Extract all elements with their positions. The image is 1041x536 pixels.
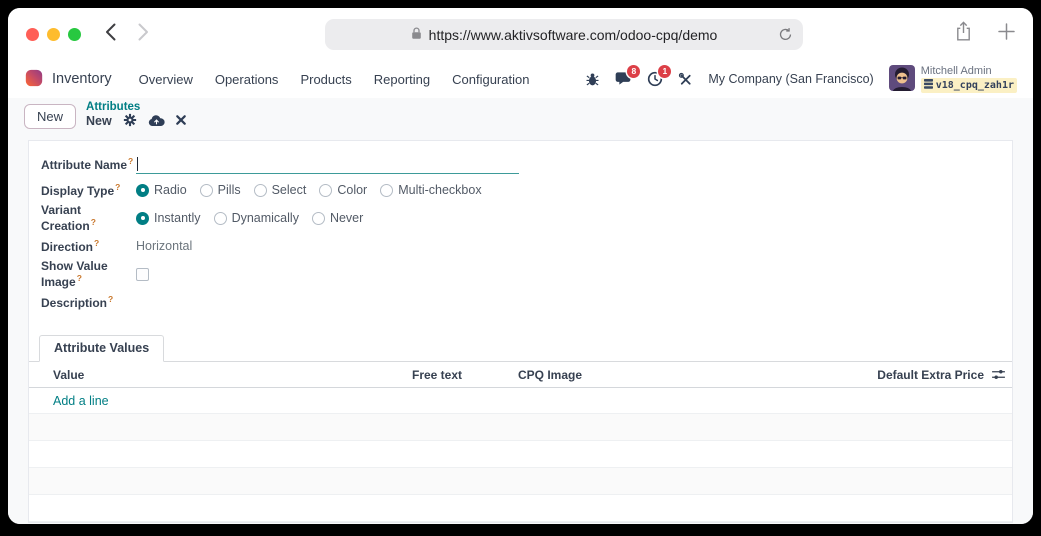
attribute-name-input[interactable] — [138, 155, 519, 173]
column-header-cpq-image[interactable]: CPQ Image — [502, 368, 832, 382]
form-sheet: Attribute Name? Display Type? Radio Pill… — [28, 140, 1013, 523]
tools-icon[interactable] — [678, 72, 693, 87]
field-variant-creation: Variant Creation? Instantly Dynamically … — [29, 203, 1012, 233]
messages-badge: 8 — [627, 65, 640, 78]
company-switcher[interactable]: My Company (San Francisco) — [708, 72, 873, 86]
url-bar[interactable]: https://www.aktivsoftware.com/odoo-cpq/d… — [325, 19, 803, 50]
help-icon[interactable]: ? — [108, 294, 113, 304]
help-icon[interactable]: ? — [91, 217, 96, 227]
column-header-free-text[interactable]: Free text — [412, 368, 502, 382]
back-icon[interactable] — [105, 23, 116, 46]
save-cloud-icon[interactable] — [148, 114, 165, 131]
url-text[interactable]: https://www.aktivsoftware.com/odoo-cpq/d… — [429, 27, 718, 43]
empty-row — [29, 414, 1012, 441]
breadcrumb: Attributes New — [86, 101, 186, 131]
minimize-window-button[interactable] — [47, 28, 60, 41]
empty-row — [29, 495, 1012, 522]
lock-icon — [411, 27, 422, 43]
empty-row — [29, 441, 1012, 468]
column-header-value[interactable]: Value — [29, 368, 412, 382]
breadcrumb-current: New — [86, 115, 112, 129]
database-badge: v18_cpq_zah1r — [921, 78, 1017, 94]
share-icon[interactable] — [955, 21, 972, 47]
variant-creation-radio-group: Instantly Dynamically Never — [136, 211, 363, 225]
reload-icon[interactable] — [778, 27, 793, 45]
forward-icon[interactable] — [138, 23, 149, 46]
radio-option-never[interactable]: Never — [312, 211, 363, 225]
menu-configuration[interactable]: Configuration — [443, 67, 538, 92]
activities-badge: 1 — [658, 65, 671, 78]
description-label: Description? — [41, 294, 136, 310]
new-record-button[interactable]: New — [24, 104, 76, 129]
radio-option-instantly[interactable]: Instantly — [136, 211, 201, 225]
menu-reporting[interactable]: Reporting — [365, 67, 439, 92]
avatar — [889, 65, 915, 94]
form-view: Attribute Name? Display Type? Radio Pill… — [8, 134, 1033, 524]
odoo-navbar: Inventory Overview Operations Products R… — [8, 60, 1033, 98]
radio-option-radio[interactable]: Radio — [136, 183, 187, 197]
field-description: Description? — [29, 289, 1012, 315]
help-icon[interactable]: ? — [94, 238, 99, 248]
radio-option-multi-checkbox[interactable]: Multi-checkbox — [380, 183, 481, 197]
inventory-app-icon — [24, 68, 44, 91]
help-icon[interactable]: ? — [128, 156, 133, 166]
tab-attribute-values[interactable]: Attribute Values — [39, 335, 164, 362]
radio-option-pills[interactable]: Pills — [200, 183, 241, 197]
notebook-tabs: Attribute Values — [29, 335, 1012, 362]
radio-option-select[interactable]: Select — [254, 183, 307, 197]
zoom-window-button[interactable] — [68, 28, 81, 41]
browser-window: https://www.aktivsoftware.com/odoo-cpq/d… — [8, 8, 1033, 524]
discard-x-icon[interactable] — [176, 115, 186, 129]
direction-label: Direction? — [41, 238, 136, 254]
show-value-image-checkbox[interactable] — [136, 268, 149, 281]
control-panel: New Attributes New — [8, 98, 1033, 134]
user-menu[interactable]: Mitchell Admin v18_cpq_zah1r — [889, 65, 1017, 94]
radio-selected[interactable] — [136, 184, 149, 197]
messages-icon[interactable]: 8 — [615, 71, 632, 87]
app-switcher[interactable]: Inventory — [24, 68, 112, 91]
radio-selected[interactable] — [136, 212, 149, 225]
field-direction: Direction? Horizontal — [29, 233, 1012, 259]
app-name[interactable]: Inventory — [52, 71, 112, 87]
help-icon[interactable]: ? — [115, 182, 120, 192]
gear-icon[interactable] — [123, 113, 137, 131]
attribute-name-input-wrap — [136, 154, 519, 174]
close-window-button[interactable] — [26, 28, 39, 41]
menu-operations[interactable]: Operations — [206, 67, 288, 92]
database-icon — [924, 79, 933, 93]
empty-row — [29, 468, 1012, 495]
menu-overview[interactable]: Overview — [130, 67, 202, 92]
values-table-header: Value Free text CPQ Image Default Extra … — [29, 362, 1012, 388]
optional-columns-icon[interactable] — [984, 369, 1012, 380]
add-a-line-link[interactable]: Add a line — [29, 388, 1012, 414]
browser-chrome: https://www.aktivsoftware.com/odoo-cpq/d… — [8, 8, 1033, 60]
activities-clock-icon[interactable]: 1 — [647, 71, 663, 87]
field-attribute-name: Attribute Name? — [29, 151, 1012, 177]
debug-bug-icon[interactable] — [585, 72, 600, 87]
display-type-label: Display Type? — [41, 182, 136, 198]
column-header-default-extra-price[interactable]: Default Extra Price — [832, 368, 984, 382]
window-controls — [26, 28, 81, 41]
radio-option-dynamically[interactable]: Dynamically — [214, 211, 299, 225]
help-icon[interactable]: ? — [77, 273, 82, 283]
variant-creation-label: Variant Creation? — [41, 203, 136, 233]
breadcrumb-attributes-link[interactable]: Attributes — [86, 101, 186, 114]
field-show-value-image: Show Value Image? — [29, 259, 1012, 289]
radio-option-color[interactable]: Color — [319, 183, 367, 197]
menu-products[interactable]: Products — [291, 67, 360, 92]
user-name: Mitchell Admin — [921, 65, 1017, 78]
show-value-image-label: Show Value Image? — [41, 259, 136, 289]
notebook: Attribute Values Value Free text CPQ Ima… — [29, 335, 1012, 522]
display-type-radio-group: Radio Pills Select Color Multi-checkbox — [136, 183, 482, 197]
main-menu: Overview Operations Products Reporting C… — [130, 67, 539, 92]
field-display-type: Display Type? Radio Pills Select Color M… — [29, 177, 1012, 203]
database-name: v18_cpq_zah1r — [936, 80, 1014, 92]
direction-value[interactable]: Horizontal — [136, 239, 192, 253]
attribute-name-label: Attribute Name? — [41, 156, 136, 172]
new-tab-icon[interactable] — [998, 23, 1015, 45]
